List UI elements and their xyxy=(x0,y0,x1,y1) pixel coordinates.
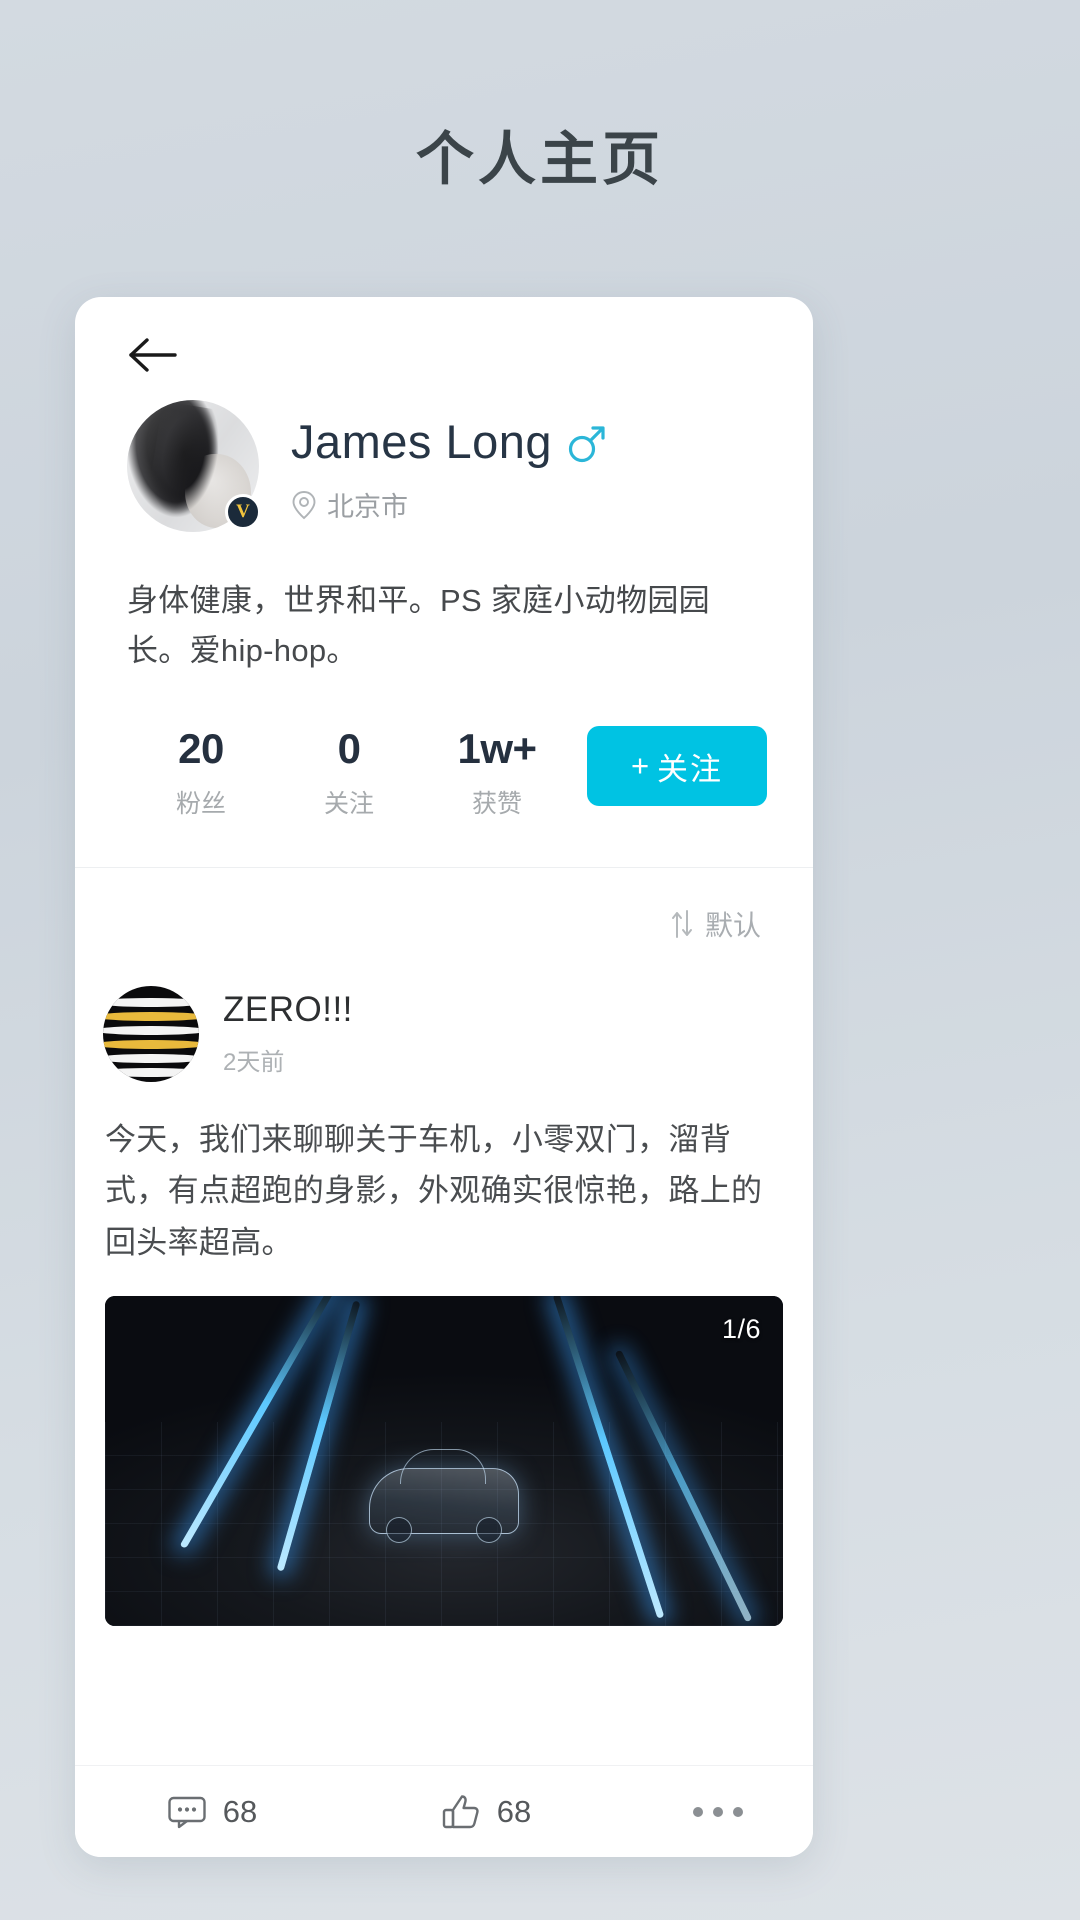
stat-likes-value: 1w+ xyxy=(457,725,537,773)
male-symbol-icon xyxy=(568,425,605,462)
follow-button-label: 关注 xyxy=(657,751,724,787)
more-horizontal-icon xyxy=(693,1806,743,1817)
stat-following[interactable]: 0 关注 xyxy=(275,724,423,820)
display-name: James Long xyxy=(291,415,553,468)
stat-following-value: 0 xyxy=(337,725,361,773)
name-row: James Long xyxy=(291,418,606,465)
arrow-left-icon xyxy=(129,338,177,372)
location-pin-icon xyxy=(292,490,316,519)
verified-badge-icon: V xyxy=(225,494,261,530)
thumbs-up-icon xyxy=(442,1794,479,1828)
stat-following-label: 关注 xyxy=(323,789,374,818)
profile-card: V James Long 北京市 身体健康，世界和平。PS 家庭小动物园园长。爱 xyxy=(75,297,813,1857)
sort-control[interactable]: 默认 xyxy=(75,868,813,944)
follow-button[interactable]: + 关注 xyxy=(587,726,767,807)
page-title: 个人主页 xyxy=(415,127,664,192)
post-header: ZERO!!! 2天前 xyxy=(75,985,813,1082)
profile-header: V James Long 北京市 xyxy=(75,375,813,532)
sort-label: 默认 xyxy=(704,909,761,941)
car-illustration xyxy=(369,1448,519,1543)
comment-action[interactable]: 68 xyxy=(75,1794,349,1830)
stat-followers-label: 粉丝 xyxy=(175,789,226,818)
stats-row: 20 粉丝 0 关注 1w+ 获赞 + 关注 xyxy=(75,676,813,820)
back-row xyxy=(75,297,813,375)
comment-icon xyxy=(168,1796,206,1828)
stat-followers-value: 20 xyxy=(178,725,224,773)
post-meta: ZERO!!! 2天前 xyxy=(199,986,353,1077)
comment-count: 68 xyxy=(222,1793,258,1829)
avatar-wrapper[interactable]: V xyxy=(127,400,261,532)
back-button[interactable] xyxy=(127,335,813,375)
media-counter: 1/6 xyxy=(721,1314,761,1345)
post-time: 2天前 xyxy=(223,1048,285,1076)
stat-likes-label: 获赞 xyxy=(471,789,522,818)
like-count: 68 xyxy=(496,1793,532,1829)
like-action[interactable]: 68 xyxy=(349,1794,623,1830)
post-body: 今天，我们来聊聊关于车机，小零双门，溜背式，有点超跑的身影，外观确实很惊艳，路上… xyxy=(105,1121,763,1260)
sort-updown-icon xyxy=(671,909,692,938)
location-text: 北京市 xyxy=(327,492,408,522)
profile-bio: 身体健康，世界和平。PS 家庭小动物园园长。爱hip-hop。 xyxy=(127,583,710,669)
identity-block: James Long 北京市 xyxy=(259,400,606,524)
post-action-bar: 68 68 xyxy=(75,1765,813,1857)
location-row: 北京市 xyxy=(291,485,606,524)
post-item: ZERO!!! 2天前 今天，我们来聊聊关于车机，小零双门，溜背式，有点超跑的身… xyxy=(75,944,813,1627)
post-avatar[interactable] xyxy=(103,985,199,1082)
stat-likes[interactable]: 1w+ 获赞 xyxy=(423,724,571,820)
plus-icon: + xyxy=(630,748,652,784)
stat-followers[interactable]: 20 粉丝 xyxy=(127,724,275,820)
post-author: ZERO!!! xyxy=(223,989,353,1029)
more-action[interactable] xyxy=(623,1806,813,1817)
post-media[interactable]: 1/6 xyxy=(105,1296,783,1627)
